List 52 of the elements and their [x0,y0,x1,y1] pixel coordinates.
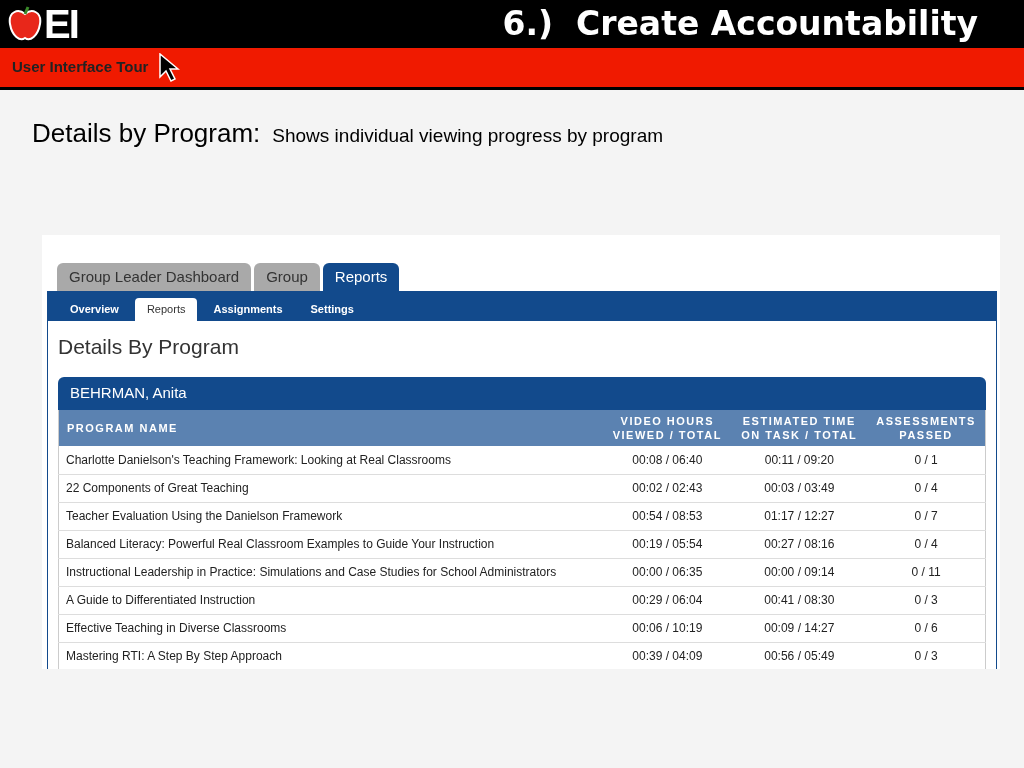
table-cell: 0 / 4 [867,530,986,558]
column-header: ASSESSMENTS PASSED [867,410,986,446]
table-cell: 22 Components of Great Teaching [58,474,604,502]
table-cell: 0 / 3 [867,586,986,614]
table-cell: Teacher Evaluation Using the Danielson Framework [58,502,604,530]
table-cell: 00:54 / 08:53 [603,502,732,530]
column-header: PROGRAM NAME [58,410,604,446]
sub-tab[interactable]: Assignments [201,298,295,321]
sub-tab[interactable]: Reports [134,298,198,321]
tab[interactable]: Group Leader Dashboard [57,263,252,291]
page-title: Details By Program [58,334,240,360]
table-cell: 00:00 / 09:14 [731,558,868,586]
table-cell: A Guide to Differentiated Instruction [58,586,604,614]
table-cell: 00:27 / 08:16 [731,530,868,558]
table-cell: 00:41 / 08:30 [731,586,868,614]
sub-tab[interactable]: Overview [58,298,131,321]
cursor-icon [158,52,181,83]
table-cell: Mastering RTI: A Step By Step Approach [58,642,604,669]
banner-text: User Interface Tour [12,57,149,78]
tab[interactable]: Reports [322,263,400,291]
table-cell: Effective Teaching in Diverse Classrooms [58,614,604,642]
table-cell: 00:03 / 03:49 [731,474,868,502]
table-cell: 0 / 1 [867,446,986,474]
tab[interactable]: Group [254,263,320,291]
slide-title: 6.) Create Accountability [502,3,978,46]
table-cell: Instructional Leadership in Practice: Simulations and Case Studies for School Administrators [58,558,604,586]
table-cell: 0 / 3 [867,642,986,669]
table-cell: 00:06 / 10:19 [603,614,732,642]
table-cell: Charlotte Danielson's Teaching Framework: Looking at Real Classrooms [58,446,604,474]
table-cell: 00:39 / 04:09 [603,642,732,669]
slide-heading: Details by Program: [32,117,261,150]
table-cell: 00:56 / 05:49 [731,642,868,669]
table-cell: 00:02 / 02:43 [603,474,732,502]
apple-icon [8,6,42,42]
table-cell: 00:00 / 06:35 [603,558,732,586]
table-cell: 00:19 / 05:54 [603,530,732,558]
table-cell: 00:29 / 06:04 [603,586,732,614]
table-cell: 00:08 / 06:40 [603,446,732,474]
sub-tab[interactable]: Settings [298,298,366,321]
slide-subheading: Shows individual viewing progress by program [272,124,664,148]
table-cell: 01:17 / 12:27 [731,502,868,530]
column-header: ESTIMATED TIME ON TASK / TOTAL [731,410,868,446]
person-name: BEHRMAN, Anita [70,383,187,404]
table-cell: 0 / 7 [867,502,986,530]
table-cell: 00:09 / 14:27 [731,614,868,642]
table-cell: 00:11 / 09:20 [731,446,868,474]
table-cell: 0 / 11 [867,558,986,586]
column-header: VIDEO HOURS VIEWED / TOTAL [603,410,732,446]
logo-text: EI [44,4,78,44]
table-cell: 0 / 6 [867,614,986,642]
table-cell: 0 / 4 [867,474,986,502]
table-cell: Balanced Literacy: Powerful Real Classroom Examples to Guide Your Instruction [58,530,604,558]
